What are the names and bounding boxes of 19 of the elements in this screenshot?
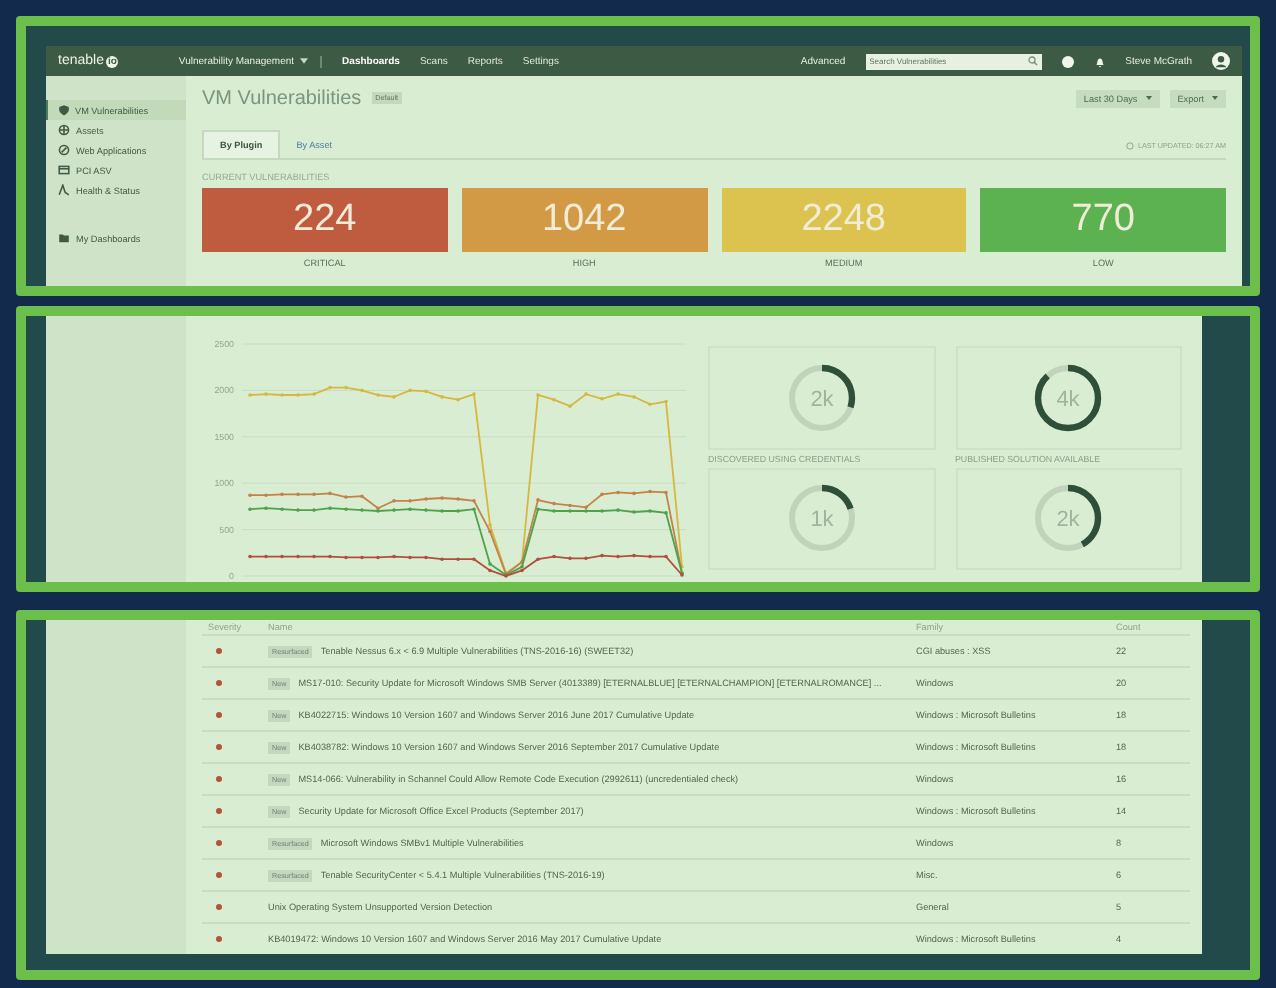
pulse-icon — [58, 184, 70, 196]
card-icon — [58, 164, 70, 176]
donut-value: 2k — [1056, 508, 1081, 533]
donut-value: 4k — [1056, 387, 1081, 412]
donut-value: 2k — [809, 387, 834, 412]
target-icon — [58, 144, 70, 156]
caret-icon[interactable] — [1212, 96, 1218, 100]
shield-icon — [57, 104, 69, 116]
avatar-icon[interactable] — [1212, 52, 1230, 70]
severity-card[interactable]: 224 — [202, 188, 448, 252]
caret-icon[interactable] — [300, 58, 309, 64]
search-icon[interactable] — [1027, 56, 1038, 66]
caret-icon[interactable] — [1145, 96, 1152, 100]
bell-icon[interactable] — [1093, 55, 1106, 67]
donut-value: 1k — [809, 508, 834, 533]
clock-icon — [1125, 142, 1134, 150]
page-title: VM Vulnerabilities — [202, 87, 362, 109]
globe-icon — [58, 124, 70, 136]
folder-icon — [58, 232, 70, 244]
